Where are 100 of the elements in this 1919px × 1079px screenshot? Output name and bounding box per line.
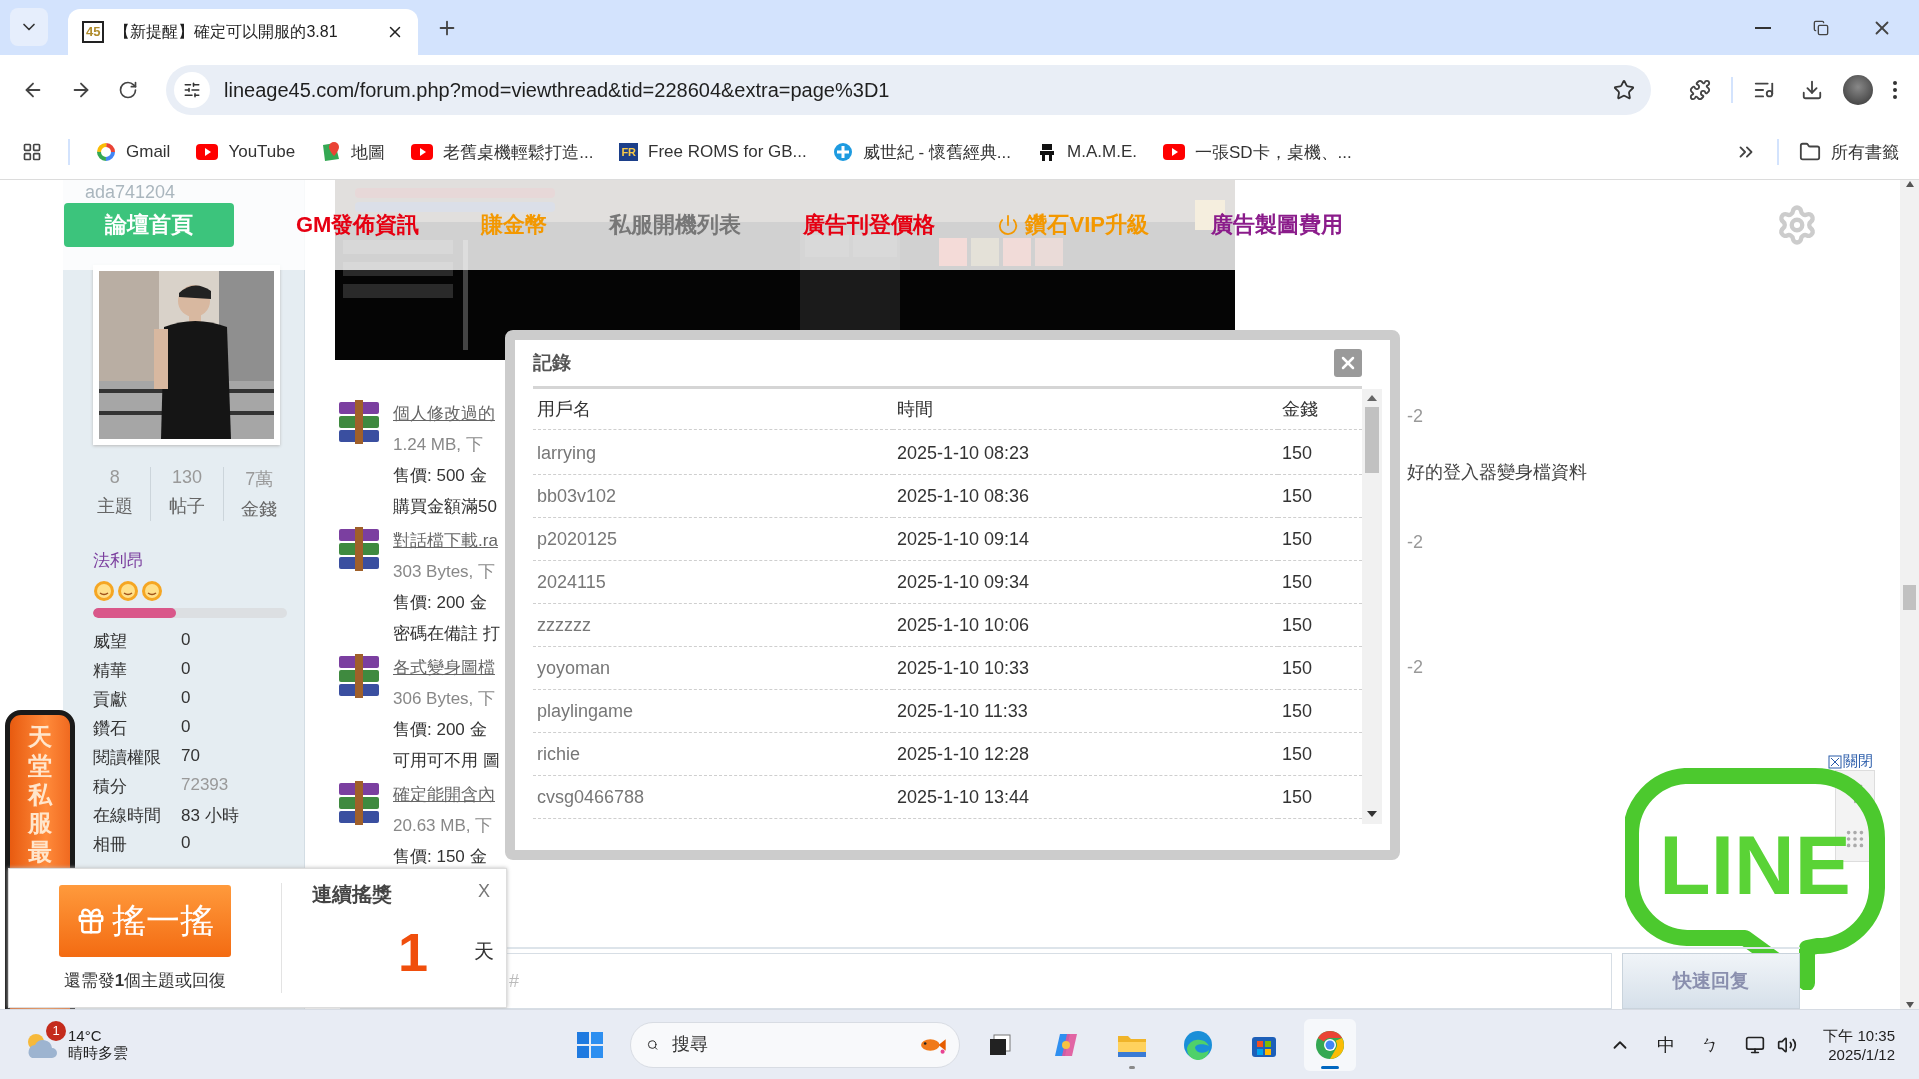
restore-icon [1813,19,1829,36]
address-bar[interactable]: lineage45.com/forum.php?mod=viewthread&tid=228604&extra=page%3D1 [166,65,1651,115]
ime-indicator[interactable]: 中 [1657,1032,1676,1057]
volume-icon[interactable] [1777,1034,1798,1055]
clock[interactable]: 下午 10:35 2025/1/12 [1823,1026,1895,1063]
table-cell: 2025-1-10 11:33 [893,690,1278,733]
attachment-link[interactable]: 各式變身圖檔 [393,652,500,683]
plus-circle-icon [832,142,853,162]
play-icon [411,144,434,160]
profile-value: 0 [181,688,192,709]
bookmark[interactable]: M.A.M.E. [1037,142,1137,162]
site-info-button[interactable] [174,72,210,108]
table-cell: p2020125 [533,518,893,561]
scroll-up-icon[interactable] [1904,180,1915,188]
star-icon[interactable] [1613,79,1635,101]
attachment-meta: 20.63 MB, 下 [393,815,494,837]
profile-value: 0 [181,833,192,854]
user-group-link[interactable]: 法利昂 [93,549,144,572]
attachment-note: 好的登入器變身檔資料 [1407,461,1587,484]
profile-label: 威望 [93,631,128,653]
attachment-meta: 303 Bytes, 下 [393,561,497,583]
apps-icon[interactable] [22,142,42,162]
attachment-meta: 1.24 MB, 下 [393,434,484,456]
gift-icon [76,905,106,936]
site-favicon: 45 [82,21,105,43]
nav-link[interactable]: 廣告製圖費用 [1210,210,1343,240]
attachment-price: 售價: 200 金 [393,592,488,614]
stat-value: 8 [109,467,120,488]
attachment-link[interactable]: 對話檔下載.ra [393,525,500,556]
profile-value: 72393 [181,775,230,796]
table-cell: 2025-1-10 12:28 [893,733,1278,776]
profile-value: 0 [181,717,192,738]
browser-tab[interactable]: 45 【新提醒】確定可以開服的3.81 [68,9,418,55]
bookmark[interactable]: YouTube [196,142,296,162]
weather-text: 晴時多雲 [68,1043,128,1063]
minimize-icon [1755,26,1771,29]
bookmark[interactable]: FR Free ROMS for GB... [619,142,807,162]
running-indicator [1128,1065,1135,1069]
table-cell: richie [533,733,893,776]
running-indicator [1320,1065,1339,1069]
bookmark[interactable]: 所有書籤 [1799,140,1899,164]
attachment-note: 可用可不用 圖 [393,750,500,772]
menu-icon [1893,81,1897,99]
table-cell: playlingame [533,690,893,733]
power-icon [997,214,1020,236]
scroll-thumb[interactable] [1903,585,1916,610]
attachment-note: 購買金額滿50 [393,496,497,518]
attachment-link[interactable]: 確定能開含內 [393,779,495,810]
taskbar-search[interactable]: 搜尋 [629,1021,960,1068]
sliders-icon [183,81,201,99]
url-text: lineage45.com/forum.php?mod=viewthread&tid=228604&extra=page%3D1 [224,78,891,102]
attachment-link[interactable]: 個人修改過的 [393,398,497,429]
reload-icon [118,80,138,100]
chrome-icon [1314,1029,1345,1060]
search-input[interactable]: 搜尋 [669,1033,906,1056]
site-badge: FR [619,143,639,161]
attachment-price: 售價: 500 金 [393,465,488,487]
stat-value: 7萬 [245,468,274,491]
table-cell: zzzzzz [533,604,893,647]
column-header: 用戶名 [533,389,893,430]
tab-title: 【新提醒】確定可以開服的3.81 [114,21,339,42]
download-icon [1801,79,1823,101]
temperature: 14°C [68,1026,103,1044]
stat-label: 帖子 [169,495,205,518]
profile-value: 0 [181,659,192,680]
box-x-icon [1828,754,1842,769]
attachment-note: -2 [1407,406,1424,427]
streak-title: 連續搖獎 [312,882,393,907]
table-cell: 2025-1-10 09:34 [893,561,1278,604]
table-cell: 2025-1-10 08:36 [893,475,1278,518]
notification-badge: 1 [46,1020,66,1041]
attachment-price: 售價: 200 金 [393,719,488,741]
bookmark[interactable]: 老舊桌機輕鬆打造... [411,140,594,164]
smiley-medal-icon [117,580,139,602]
profile-label: 在線時間 [93,805,162,827]
close-link[interactable]: 關閉 [1828,752,1873,771]
attachment-note: -2 [1407,532,1424,553]
attachment-price: 售價: 150 金 [393,846,488,868]
bookmark[interactable]: 威世紀 - 懷舊經典... [832,140,1012,164]
table-cell: 2025-1-10 09:14 [893,518,1278,561]
bookmark[interactable]: 地圖 [321,140,386,164]
input-mode-indicator[interactable]: ㄅ [1701,1032,1720,1057]
close-button[interactable] [1334,349,1362,377]
close-button[interactable]: X [474,881,494,902]
dialog-title: 記錄 [533,351,571,375]
puzzle-icon [1689,79,1711,101]
map-pin-icon [321,141,342,163]
stat-label: 金錢 [241,498,278,521]
bookmark[interactable]: 一張SD卡，桌機、... [1162,140,1352,164]
profile-avatar[interactable] [1843,75,1873,105]
bookmark[interactable]: Gmail [96,142,171,162]
table-cell: bb03v102 [533,475,893,518]
table-cell: 2024115 [533,561,893,604]
profile-label: 相冊 [93,834,128,856]
profile-label: 閱讀權限 [93,747,162,769]
table-cell: 2025-1-10 10:33 [893,647,1278,690]
table-cell: larrying [533,432,893,475]
play-icon [196,144,219,160]
network-icon[interactable] [1745,1034,1766,1055]
smiley-medal-icon [93,580,115,602]
